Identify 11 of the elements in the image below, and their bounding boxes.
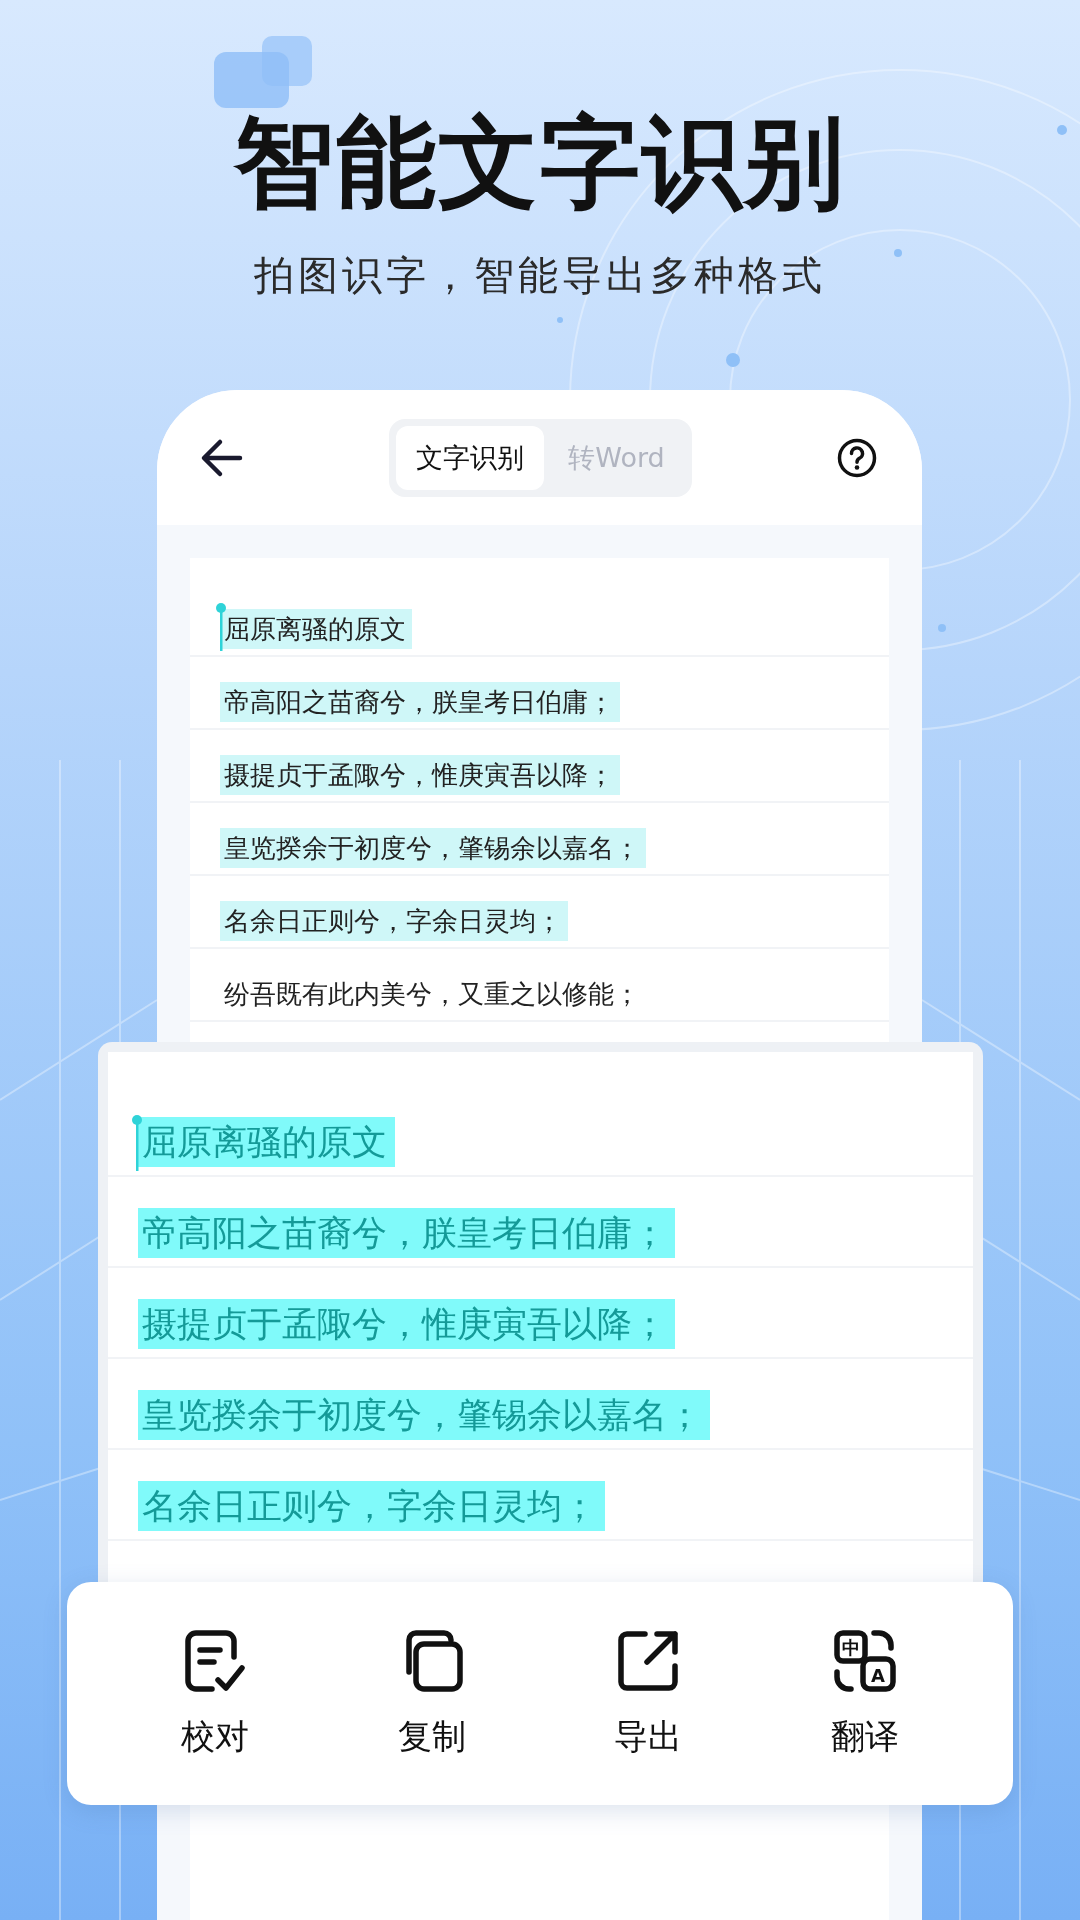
- subheadline: 拍图识字，智能导出多种格式: [254, 251, 826, 300]
- action-button[interactable]: 复制: [323, 1582, 540, 1805]
- squares-icon: [214, 36, 312, 108]
- back-arrow-icon[interactable]: [200, 437, 244, 478]
- help-icon[interactable]: [837, 437, 877, 478]
- tab[interactable]: 文字识别: [396, 425, 545, 490]
- text-line: 纷吾既有此内美兮，又重之以修能；: [223, 978, 641, 1011]
- headline: 智能文字识别: [234, 112, 846, 212]
- action-button[interactable]: 校对: [107, 1582, 324, 1805]
- action-button[interactable]: 中 A 翻译: [756, 1582, 973, 1805]
- action-button[interactable]: 导出: [540, 1582, 757, 1805]
